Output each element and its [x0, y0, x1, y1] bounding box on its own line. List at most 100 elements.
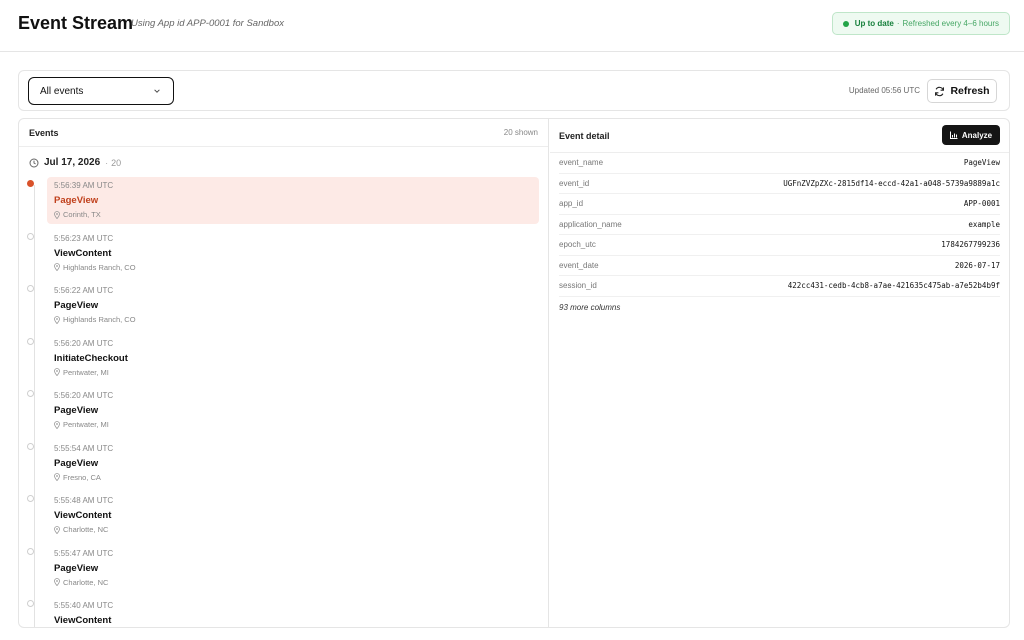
analyze-button[interactable]: Analyze [942, 125, 1000, 145]
event-detail-title: Event detail [559, 131, 610, 141]
timeline-dot-icon [27, 390, 34, 397]
event-list-item[interactable]: 5:56:20 AM UTC PageView Pentwater, MI [27, 387, 539, 434]
event-detail-panel: Event detail Analyze event_name PageView e… [550, 119, 1009, 627]
event-filter-select[interactable]: All events [28, 77, 174, 105]
detail-row: app_id APP-0001 [559, 194, 1000, 215]
timeline-dot-icon [27, 547, 34, 555]
detail-key: session_id [559, 281, 597, 291]
event-time: 5:56:20 AM UTC [54, 391, 114, 400]
detail-value: PageView [963, 158, 1000, 168]
event-list-item[interactable]: 5:55:54 AM UTC PageView Fresno, CA [27, 440, 539, 487]
event-location-text: Highlands Ranch, CO [63, 262, 136, 272]
event-location-text: Corinth, TX [63, 210, 101, 219]
status-separator: · [896, 19, 900, 28]
event-location: Pentwater, MI [54, 420, 539, 429]
status-badge: Up to date · Refreshed every 4–6 hours [831, 12, 1010, 35]
map-pin-icon [54, 210, 60, 219]
event-location: Pentwater, MI [54, 368, 539, 377]
timeline-dot-icon [27, 442, 34, 450]
event-location: Fresno, CA [54, 473, 539, 482]
detail-key: event_id [559, 178, 590, 188]
events-count: 20 shown [503, 128, 538, 137]
page-title: Event Stream [18, 13, 134, 33]
detail-row: epoch_utc 1784267799236 [559, 235, 1000, 256]
event-location: Highlands Ranch, CO [54, 315, 539, 324]
updated-timestamp: Updated 05:56 UTC [848, 86, 920, 95]
date-group-label: Jul 17, 2026 [44, 157, 101, 168]
event-list-item[interactable]: 5:55:40 AM UTC ViewContent [27, 597, 539, 627]
event-list-item[interactable]: 5:56:22 AM UTC PageView Highlands Ranch, C… [27, 282, 539, 329]
events-panel-title: Events [29, 128, 59, 138]
status-sub-text: Refreshed every 4–6 hours [902, 19, 1000, 28]
event-location-text: Pentwater, MI [63, 367, 109, 377]
event-name: InitiateCheckout [54, 352, 128, 364]
event-time: 5:55:47 AM UTC [54, 548, 114, 558]
event-name: ViewContent [54, 247, 112, 259]
detail-value: UGFnZVZpZXc-2815df14-eccd-42a1-a048-5739… [783, 178, 1000, 188]
event-detail-header: Event detail Analyze [550, 119, 1009, 153]
refresh-button[interactable]: Refresh [927, 79, 997, 103]
event-location: Highlands Ranch, CO [54, 263, 539, 272]
detail-row: event_date 2026-07-17 [559, 256, 1000, 276]
detail-value: example [968, 219, 1000, 229]
top-bar: Event Stream Using App id APP-0001 for S… [0, 0, 1024, 52]
map-pin-icon [54, 525, 60, 534]
map-pin-icon [54, 578, 60, 586]
event-list-item[interactable]: 5:56:23 AM UTC ViewContent Highlands Ranch… [27, 230, 539, 277]
event-time: 5:55:40 AM UTC [54, 601, 114, 610]
event-name: PageView [54, 300, 99, 311]
detail-key: epoch_utc [559, 240, 596, 250]
event-name: PageView [54, 562, 99, 574]
event-time: 5:56:39 AM UTC [54, 181, 114, 190]
event-location-text: Highlands Ranch, CO [63, 315, 136, 324]
map-pin-icon [54, 368, 60, 376]
event-time: 5:56:20 AM UTC [54, 338, 114, 348]
map-pin-icon [54, 315, 60, 324]
detail-value: APP-0001 [963, 199, 1000, 209]
timeline-dot-icon [27, 285, 34, 292]
timeline-line [34, 185, 35, 627]
event-location: Corinth, TX [54, 210, 539, 219]
main-panel: Events 20 shown Jul 17, 2026 · 20 5:56:3… [18, 118, 1010, 628]
event-time: 5:56:23 AM UTC [54, 233, 114, 243]
event-detail-rows: event_name PageView event_id UGFnZVZpZXc-28… [559, 153, 1000, 312]
event-list-item[interactable]: 5:55:47 AM UTC PageView Charlotte, NC [27, 545, 539, 592]
event-location-text: Fresno, CA [63, 472, 101, 482]
detail-key: app_id [559, 199, 584, 209]
event-name: PageView [54, 195, 99, 206]
status-main-text: Up to date [854, 19, 894, 28]
map-pin-icon [54, 263, 60, 271]
map-pin-icon [54, 420, 60, 429]
event-filter-value: All events [40, 85, 84, 97]
detail-key: event_date [559, 260, 599, 270]
date-group-header: Jul 17, 2026 · 20 [29, 157, 121, 168]
event-location: Charlotte, NC [54, 578, 539, 587]
event-name: ViewContent [54, 510, 112, 521]
detail-value: 422cc431-cedb-4cb8-a7ae-421635c475ab-a7e… [787, 281, 1000, 291]
event-list-item[interactable]: 5:55:48 AM UTC ViewContent Charlotte, NC [27, 492, 539, 539]
detail-value: 1784267799236 [941, 240, 1000, 250]
detail-key: application_name [559, 219, 622, 229]
chevron-down-icon [154, 89, 160, 93]
event-list-item[interactable]: 5:56:20 AM UTC InitiateCheckout Pentwater,… [27, 335, 539, 382]
date-group-separator: · [105, 157, 109, 168]
events-panel: Events 20 shown Jul 17, 2026 · 20 5:56:3… [19, 119, 549, 627]
timeline-dot-icon [27, 232, 34, 240]
detail-key: event_name [559, 158, 604, 168]
timeline-dot-icon [27, 337, 34, 345]
event-name: PageView [54, 405, 99, 416]
detail-row: application_name example [559, 215, 1000, 235]
clock-icon [29, 158, 39, 167]
event-time: 5:56:22 AM UTC [54, 286, 114, 295]
detail-row: event_name PageView [559, 153, 1000, 174]
event-location-text: Charlotte, NC [63, 577, 109, 587]
refresh-icon [935, 86, 945, 96]
event-location-text: Pentwater, MI [63, 420, 109, 429]
analyze-label: Analyze [961, 130, 993, 140]
more-columns-link[interactable]: 93 more columns [559, 303, 1000, 312]
toolbar: All events Updated 05:56 UTC Refresh [18, 70, 1010, 111]
map-pin-icon [54, 473, 60, 481]
event-list-item[interactable]: 5:56:39 AM UTC PageView Corinth, TX [27, 177, 539, 224]
events-panel-header: Events 20 shown [19, 119, 548, 147]
detail-row: event_id UGFnZVZpZXc-2815df14-eccd-42a1-a… [559, 174, 1000, 194]
